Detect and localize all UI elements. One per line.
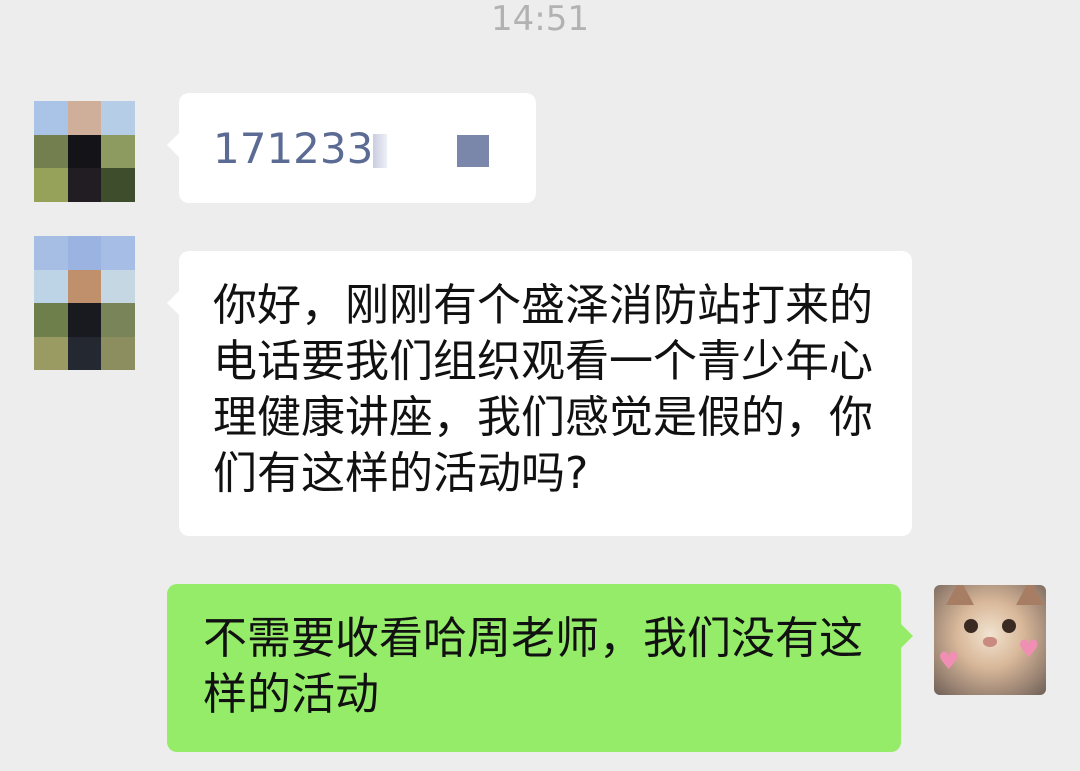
message-bubble-outgoing[interactable]: 不需要收看哈周老师，我们没有这样的活动: [167, 584, 913, 752]
message-text: 你好，刚刚有个盛泽消防站打来的电话要我们组织观看一个青少年心理健康讲座，我们感觉…: [213, 280, 873, 499]
redaction-block: [457, 135, 490, 167]
phone-number-link[interactable]: 171233: [213, 124, 373, 173]
avatar-pixel: [101, 303, 135, 337]
avatar-pixel: [67, 168, 102, 202]
message-text: 不需要收看哈周老师，我们没有这样的活动: [203, 613, 863, 720]
avatar-pixel: [67, 134, 102, 169]
heart-icon: ♥: [1018, 635, 1040, 663]
message-bubble-incoming[interactable]: 你好，刚刚有个盛泽消防站打来的电话要我们组织观看一个青少年心理健康讲座，我们感觉…: [167, 251, 912, 536]
avatar-pixel: [34, 236, 68, 270]
avatar-pixel: [101, 134, 135, 169]
cat-ear-right: [1016, 585, 1044, 605]
avatar-pixel: [34, 134, 68, 169]
cat-nose: [983, 637, 997, 647]
cat-ear-left: [946, 585, 974, 605]
avatar-pixel: [67, 236, 102, 270]
message-bubble-incoming[interactable]: 171233: [167, 93, 536, 203]
avatar-pixel: [101, 168, 135, 202]
contact-avatar[interactable]: [34, 236, 135, 370]
heart-icon: ♥: [938, 647, 960, 675]
cat-eye-left: [964, 619, 978, 633]
avatar-pixel: [34, 303, 68, 337]
avatar-pixel: [101, 336, 135, 370]
avatar-pixel: [34, 168, 68, 202]
self-avatar[interactable]: ♥ ♥: [934, 585, 1046, 695]
avatar-pixel: [101, 101, 135, 135]
message-timestamp: 14:51: [491, 0, 589, 39]
avatar-pixel: [67, 101, 102, 135]
avatar-pixel: [67, 303, 102, 337]
avatar-pixel: [67, 336, 102, 370]
avatar-pixel: [101, 236, 135, 270]
avatar-pixel: [34, 101, 68, 135]
avatar-pixel: [34, 336, 68, 370]
redaction-smudge: [373, 134, 388, 168]
avatar-pixel: [34, 269, 68, 303]
contact-avatar[interactable]: [34, 101, 135, 202]
avatar-pixel: [101, 269, 135, 303]
cat-eye-right: [1002, 619, 1016, 633]
avatar-pixel: [67, 269, 102, 303]
